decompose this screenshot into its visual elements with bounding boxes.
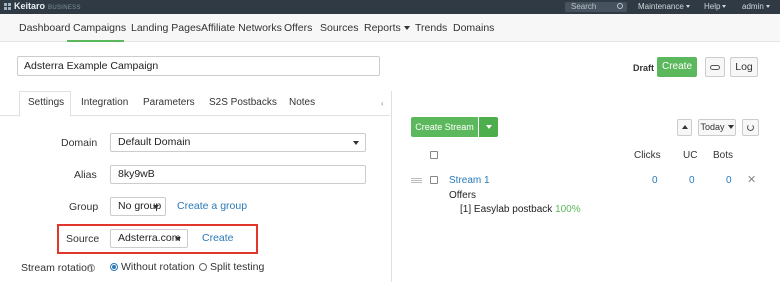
- stream-rotation-label: Stream rotation: [21, 262, 93, 274]
- status-badge: Draft: [633, 63, 655, 73]
- chevron-down-icon: [727, 125, 734, 129]
- move-up-button[interactable]: [677, 119, 692, 136]
- help-menu[interactable]: Help: [704, 2, 727, 11]
- chevron-down-icon: [765, 5, 770, 8]
- alias-field[interactable]: 8ky9wB: [110, 165, 366, 184]
- select-all-checkbox[interactable]: [430, 151, 438, 159]
- drag-handle-icon[interactable]: [411, 178, 422, 183]
- source-select[interactable]: Adsterra.com: [110, 229, 188, 248]
- campaign-link-button[interactable]: [705, 57, 725, 77]
- source-value: Adsterra.com: [118, 232, 181, 244]
- campaign-name-input[interactable]: Adsterra Example Campaign: [17, 56, 380, 76]
- nav-offers[interactable]: Offers: [284, 22, 312, 34]
- nav-campaigns[interactable]: Campaigns: [73, 22, 126, 34]
- domain-value: Default Domain: [118, 136, 191, 148]
- global-search-input[interactable]: Search: [565, 2, 627, 12]
- nav-affiliate-networks[interactable]: Affiliate Networks: [201, 22, 282, 34]
- grid-icon: [4, 3, 11, 10]
- top-bar: Keitaro BUSINESS Search Maintenance Help …: [0, 0, 780, 14]
- nav-active-indicator: [67, 40, 124, 42]
- column-clicks: Clicks: [634, 150, 661, 161]
- tab-integration[interactable]: Integration: [81, 97, 128, 108]
- column-uc: UC: [683, 150, 698, 161]
- chevron-down-icon: [722, 5, 727, 8]
- offer-share: 100%: [555, 204, 581, 215]
- offer-entry: [1] Easylab postback 100%: [460, 204, 581, 215]
- source-label: Source: [66, 233, 100, 245]
- create-campaign-button[interactable]: Create: [657, 57, 697, 77]
- chevron-down-icon: [153, 205, 159, 209]
- create-stream-dropdown-button[interactable]: [479, 117, 498, 137]
- chevron-down-icon: [403, 26, 410, 30]
- period-value: Today: [700, 122, 725, 132]
- bots-value: 0: [726, 175, 732, 186]
- nav-sources[interactable]: Sources: [320, 22, 359, 34]
- offers-label: Offers: [449, 190, 477, 201]
- arrow-up-icon: [681, 125, 688, 129]
- rotation-split-label: Split testing: [210, 261, 265, 273]
- chevron-down-icon: [353, 141, 359, 145]
- refresh-button[interactable]: [742, 119, 759, 136]
- alias-label: Alias: [74, 169, 97, 181]
- app-logo[interactable]: Keitaro BUSINESS: [4, 1, 81, 11]
- create-group-link[interactable]: Create a group: [177, 200, 247, 212]
- column-bots: Bots: [713, 150, 734, 161]
- edition-badge: BUSINESS: [48, 5, 81, 11]
- link-icon: [710, 65, 720, 70]
- help-icon[interactable]: ?: [87, 264, 95, 272]
- nav-reports-label: Reports: [364, 22, 401, 34]
- chevron-down-icon: [685, 5, 690, 8]
- stream-name-link[interactable]: Stream 1: [449, 175, 490, 186]
- search-placeholder: Search: [571, 2, 597, 11]
- rotation-split-radio[interactable]: [199, 263, 207, 271]
- domain-label: Domain: [61, 137, 98, 149]
- tab-settings[interactable]: Settings: [28, 97, 64, 108]
- nav-domains[interactable]: Domains: [453, 22, 494, 34]
- refresh-icon: [747, 124, 754, 131]
- tab-s2s-postbacks[interactable]: S2S Postbacks: [209, 97, 277, 108]
- nav-landing-pages[interactable]: Landing Pages: [131, 22, 201, 34]
- chevron-down-icon: [175, 237, 181, 241]
- search-icon: [617, 3, 623, 9]
- period-select[interactable]: Today: [698, 119, 736, 136]
- nav-dashboard[interactable]: Dashboard: [19, 22, 70, 34]
- nav-reports[interactable]: Reports: [364, 22, 410, 34]
- logo-text: Keitaro: [14, 1, 46, 11]
- chevron-down-icon: [485, 125, 492, 129]
- main-nav: Dashboard Campaigns Landing Pages Affili…: [0, 14, 780, 42]
- maintenance-menu[interactable]: Maintenance: [638, 2, 690, 11]
- collapse-panel-icon[interactable]: ‹: [381, 99, 384, 108]
- create-source-link[interactable]: Create: [202, 232, 234, 244]
- panel-divider: [391, 91, 392, 282]
- rotation-without-label: Without rotation: [121, 261, 195, 273]
- group-label: Group: [69, 201, 99, 213]
- user-name: admin: [742, 2, 764, 11]
- create-stream-button[interactable]: Create Stream: [411, 117, 478, 137]
- group-select[interactable]: No group: [110, 197, 166, 216]
- rotation-without-radio[interactable]: [110, 263, 118, 271]
- maintenance-label: Maintenance: [638, 2, 684, 11]
- clicks-value: 0: [652, 175, 658, 186]
- settings-tabs: Settings Integration Parameters S2S Post…: [0, 91, 390, 117]
- domain-select[interactable]: Default Domain: [110, 133, 366, 152]
- delete-stream-icon[interactable]: ✕: [747, 173, 756, 186]
- log-button[interactable]: Log: [730, 57, 758, 77]
- offer-text: [1] Easylab postback: [460, 204, 553, 215]
- tab-notes[interactable]: Notes: [289, 97, 315, 108]
- user-menu[interactable]: admin: [742, 2, 770, 11]
- help-label: Help: [704, 2, 721, 11]
- tab-parameters[interactable]: Parameters: [143, 97, 195, 108]
- row-checkbox[interactable]: [430, 176, 438, 184]
- nav-trends[interactable]: Trends: [415, 22, 447, 34]
- uc-value: 0: [689, 175, 695, 186]
